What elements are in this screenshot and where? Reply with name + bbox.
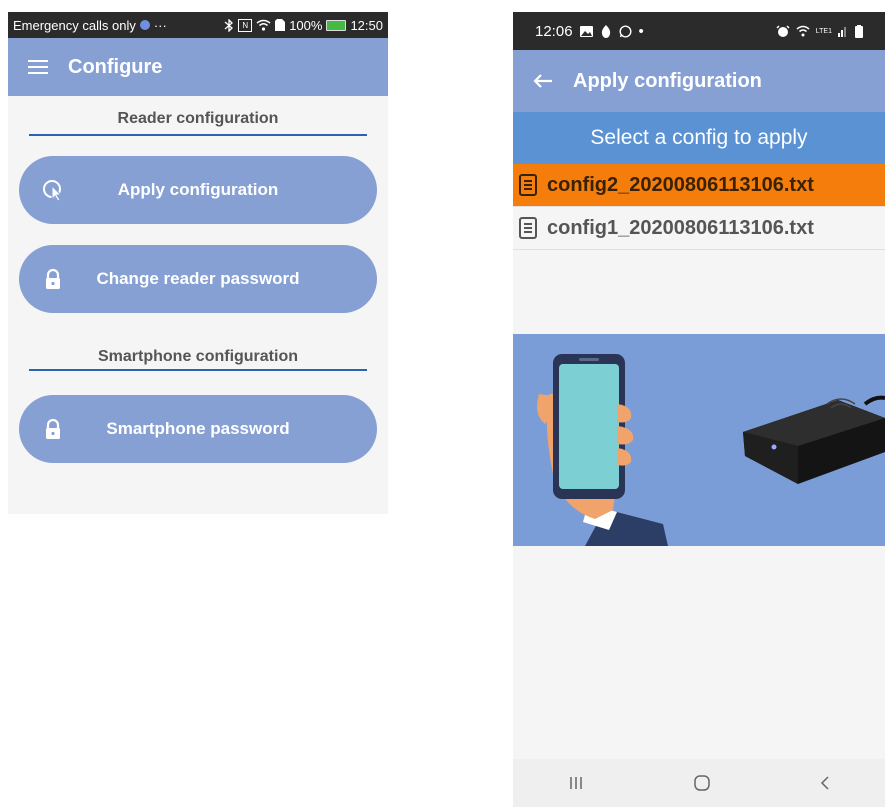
flame-icon — [601, 24, 610, 38]
phone-reader-illustration — [513, 334, 885, 546]
home-icon[interactable] — [693, 774, 711, 792]
touch-icon — [43, 180, 63, 202]
back-icon[interactable] — [819, 775, 831, 791]
page-title: Configure — [68, 55, 163, 78]
back-button[interactable] — [513, 73, 573, 89]
battery-icon — [855, 24, 863, 38]
bluetooth-icon — [224, 18, 234, 32]
apply-configuration-label: Apply configuration — [117, 180, 279, 199]
apply-configuration-screen: 12:06 • LTE1 Apply configuration Select … — [513, 12, 885, 807]
more-notifications-icon: ··· — [153, 17, 167, 33]
arrow-left-icon — [533, 74, 552, 88]
page-title: Apply configuration — [573, 69, 762, 92]
app-bar: Apply configuration — [513, 50, 885, 112]
apply-configuration-button[interactable]: Apply configuration — [19, 156, 377, 224]
signal-icon — [838, 27, 846, 37]
carrier-text: Emergency calls only — [13, 17, 136, 33]
alarm-icon — [776, 24, 790, 37]
battery-icon — [326, 19, 347, 31]
smartphone-password-label: Smartphone password — [106, 419, 290, 438]
gallery-icon — [579, 25, 593, 37]
nfc-icon: N — [238, 18, 253, 32]
smartphone-section-title: Smartphone configuration — [98, 348, 298, 365]
app-bar: Configure — [8, 38, 388, 96]
whatsapp-icon — [619, 24, 632, 38]
notification-icon — [139, 20, 150, 30]
status-bar: 12:06 • LTE1 — [513, 12, 885, 50]
lock-icon — [46, 418, 60, 439]
change-reader-password-button[interactable]: Change reader password — [19, 245, 377, 313]
configure-screen: Emergency calls only ··· N 100% 12:50 Co… — [8, 12, 388, 514]
config-list-item[interactable]: config1_20200806113106.txt — [513, 207, 885, 250]
config-name: config2_20200806113106.txt — [547, 173, 814, 196]
document-icon — [519, 217, 537, 239]
config-list-item[interactable]: config2_20200806113106.txt — [513, 164, 885, 207]
section-divider — [29, 134, 367, 136]
status-bar: Emergency calls only ··· N 100% 12:50 — [8, 12, 388, 38]
status-time: 12:50 — [350, 17, 383, 33]
menu-button[interactable] — [8, 60, 68, 74]
system-nav-bar — [513, 759, 885, 807]
hamburger-icon — [28, 60, 48, 74]
lock-icon — [46, 268, 60, 289]
sim-icon — [275, 19, 286, 31]
notification-dot: • — [638, 22, 644, 40]
document-icon — [519, 174, 537, 196]
section-divider — [29, 369, 367, 371]
battery-percent: 100% — [289, 17, 323, 33]
lte-indicator: LTE1 — [815, 27, 832, 35]
config-name: config1_20200806113106.txt — [547, 216, 814, 239]
status-time: 12:06 — [535, 22, 573, 40]
recent-apps-icon[interactable] — [567, 775, 585, 791]
wifi-icon — [796, 25, 810, 37]
wifi-icon — [256, 19, 271, 31]
smartphone-password-button[interactable]: Smartphone password — [19, 395, 377, 463]
select-config-header: Select a config to apply — [513, 112, 885, 164]
change-reader-password-label: Change reader password — [96, 269, 300, 288]
reader-section-title: Reader configuration — [117, 110, 279, 127]
